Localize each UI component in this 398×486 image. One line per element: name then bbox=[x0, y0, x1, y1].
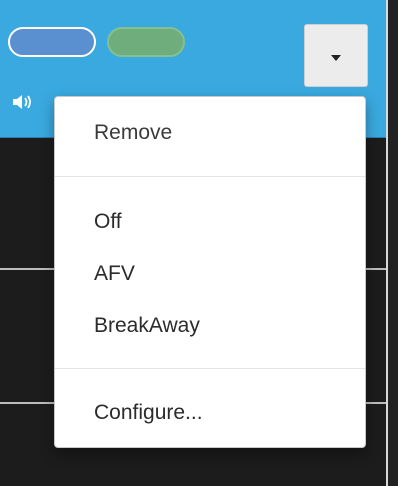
menu-item-remove[interactable]: Remove bbox=[55, 113, 365, 153]
menu-item-configure[interactable]: Configure... bbox=[55, 393, 365, 433]
menu-divider bbox=[55, 176, 365, 177]
blue-status-pill[interactable] bbox=[8, 27, 96, 57]
app-panel: Remove Off AFV BreakAway Configure... bbox=[0, 0, 398, 486]
menu-item-afv[interactable]: AFV bbox=[55, 254, 365, 294]
menu-divider bbox=[55, 368, 365, 369]
green-status-pill[interactable] bbox=[107, 27, 185, 57]
caret-down-icon bbox=[331, 54, 341, 61]
scroll-rail bbox=[386, 0, 398, 486]
menu-item-breakaway[interactable]: BreakAway bbox=[55, 306, 365, 346]
menu-item-off[interactable]: Off bbox=[55, 202, 365, 242]
speaker-volume-icon[interactable] bbox=[12, 93, 34, 111]
dropdown-toggle-button[interactable] bbox=[304, 24, 368, 87]
context-menu: Remove Off AFV BreakAway Configure... bbox=[54, 96, 366, 448]
